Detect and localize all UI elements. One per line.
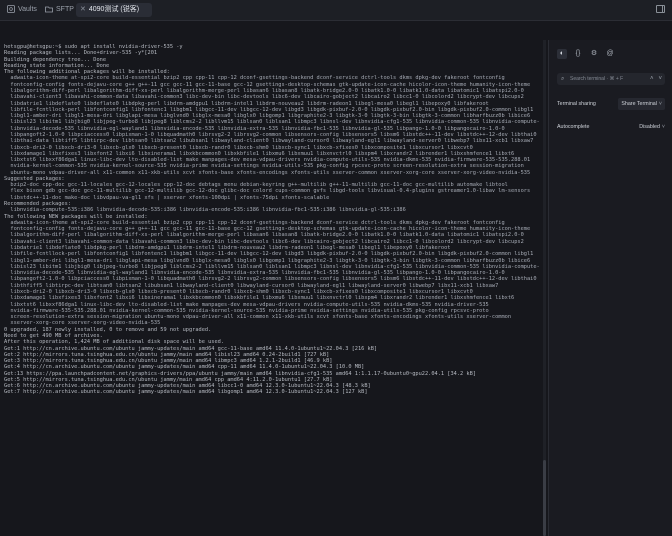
terminal-line: libxcb-dri2-0 libxcb-dri3-0 libxcb-glx0 … <box>4 144 473 151</box>
terminal-line: libdatrie1 libdeflate0 libdeflate0 libdp… <box>4 100 489 107</box>
terminal-line: libxtst6 libxxf86dga1 linux-libc-dev lto… <box>4 301 489 308</box>
autocomplete-value: Disabled <box>639 124 660 130</box>
terminal-line: nvidia-kernel-common-535 nvidia-kernel-s… <box>4 163 524 170</box>
code-icon[interactable]: {} <box>573 49 583 59</box>
autocomplete-select[interactable]: Disabled ˅ <box>639 121 665 133</box>
terminal-line: ubuntu-mono vdpau-driver-all x11-common … <box>4 169 531 176</box>
search-box[interactable]: ⌕ ˄˅ <box>557 73 665 85</box>
terminal-line: libavahi-client3 libavahi-common-data li… <box>4 94 524 101</box>
terminal-scrollbar[interactable] <box>543 40 546 536</box>
terminal-output[interactable]: hetsgpu@hetsgpu:~$ sudo apt install nvid… <box>0 40 540 536</box>
at-icon[interactable]: @ <box>605 49 615 59</box>
terminal-line: flex bison gdb gcc-doc gcc-11-multilib g… <box>4 188 531 195</box>
terminal-sharing-row: Terminal sharing Share Terminal ˅ <box>557 98 665 110</box>
tab-label: 4090测试 (锐客) <box>88 6 140 13</box>
terminal-sharing-label: Terminal sharing <box>557 101 596 107</box>
terminal-line: Get:7 http://cn.archive.ubuntu.com/ubunt… <box>4 389 368 396</box>
terminal-line: libalgorithm-diff-perl libalgorithm-diff… <box>4 232 524 239</box>
close-icon[interactable]: ✕ <box>80 6 86 13</box>
terminal-line: libfile-fcntllock-perl libfontconfig1 li… <box>4 251 534 258</box>
terminal-line: libgl1-amber-dri libgl1-mesa-dri libglap… <box>4 257 531 264</box>
terminal-line: libisl23 libitm1 libjbig0 libjpeg-turbo8… <box>4 119 540 126</box>
terminal-side-panel: ◐ {} ⚙ @ ⌕ ˄˅ Terminal sharing Share Ter… <box>548 40 672 536</box>
autocomplete-label: Autocomplete <box>557 124 590 130</box>
search-nav: ˄ ˅ <box>645 74 662 84</box>
terminal-settings-icon[interactable]: ◐ <box>557 49 567 59</box>
chevron-down-icon[interactable]: ˅ <box>658 76 662 82</box>
panel-toggle-icon[interactable] <box>656 5 665 13</box>
folder-icon <box>45 5 53 13</box>
vault-icon <box>7 5 15 14</box>
share-terminal-button[interactable]: Share Terminal ˅ <box>618 98 665 110</box>
chevron-up-icon[interactable]: ˄ <box>650 76 654 82</box>
tab-label: Vaults <box>18 6 37 13</box>
terminal-line: Get:13 https://ppa.launchpadcontent.net/… <box>4 370 476 377</box>
tab-sftp[interactable]: SFTP <box>42 3 77 17</box>
chevron-down-icon: ˅ <box>661 124 665 130</box>
terminal-line: adwaita-icon-theme at-spi2-core build-es… <box>4 75 505 82</box>
chevron-down-icon: ˅ <box>658 101 662 107</box>
scrollbar-thumb[interactable] <box>543 460 546 536</box>
tab-active-host[interactable]: ✕ 4090测试 (锐客) <box>76 3 152 17</box>
title-bar: Vaults SFTP ✕ 4090测试 (锐客) <box>0 0 672 21</box>
terminal-line: libpangoft2-1.0-0 libpciaccess0 libpixma… <box>4 276 537 283</box>
gear-icon[interactable]: ⚙ <box>589 49 599 59</box>
search-icon: ⌕ <box>561 76 565 82</box>
search-input[interactable] <box>570 74 640 84</box>
terminal-line: libthai-data libtiff5 libtirpc-dev libts… <box>4 138 534 145</box>
autocomplete-row: Autocomplete Disabled ˅ <box>557 121 665 133</box>
share-terminal-label: Share Terminal <box>621 101 657 107</box>
tab-vaults[interactable]: Vaults <box>4 3 43 17</box>
terminal-line: libnvidia-decode-535 libnvidia-egl-wayla… <box>4 125 505 132</box>
tab-label: SFTP <box>56 6 74 13</box>
terminal-line: libxdamage1 libxfixes3 libxfont2 libxi6 … <box>4 295 515 302</box>
